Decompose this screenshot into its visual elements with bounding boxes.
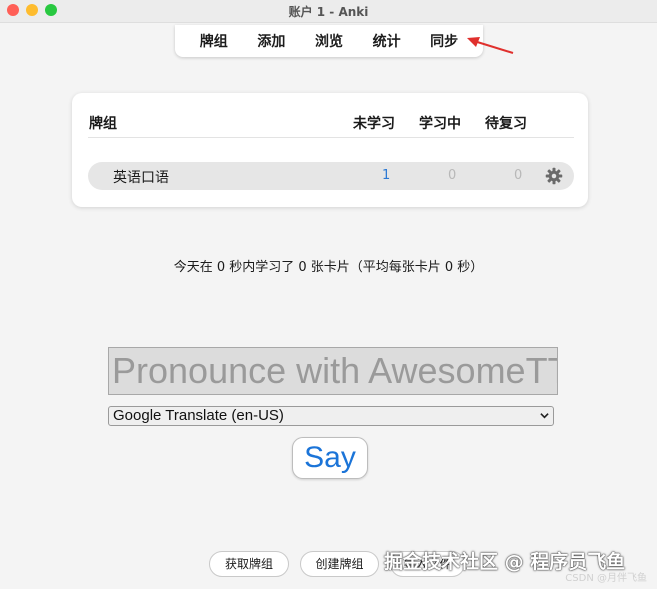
deck-review-count: 0 xyxy=(514,168,523,183)
nav-stats[interactable]: 统计 xyxy=(373,31,401,51)
say-button[interactable]: Say xyxy=(292,437,368,479)
get-shared-decks-button[interactable]: 获取牌组 xyxy=(209,551,289,577)
deck-row[interactable]: 英语口语 1 0 0 xyxy=(88,162,574,190)
deck-name[interactable]: 英语口语 xyxy=(113,167,169,187)
deck-new-count: 1 xyxy=(382,168,391,183)
deck-learn-count: 0 xyxy=(448,168,457,183)
top-nav: 牌组 添加 浏览 统计 同步 xyxy=(175,25,483,57)
nav-decks[interactable]: 牌组 xyxy=(200,31,228,51)
header-new: 未学习 xyxy=(353,116,395,132)
header-learn: 学习中 xyxy=(419,116,461,132)
tts-voice-selected: Google Translate (en-US) xyxy=(113,407,284,424)
create-deck-button[interactable]: 创建牌组 xyxy=(300,551,379,577)
nav-browse[interactable]: 浏览 xyxy=(315,31,343,51)
tts-voice-select[interactable]: Google Translate (en-US) xyxy=(108,406,554,426)
tts-text-input[interactable]: Pronounce with AwesomeTTS xyxy=(108,347,558,395)
arrow-icon xyxy=(467,37,514,54)
deck-list-card: 牌组 未学习 学习中 待复习 英语口语 1 0 0 xyxy=(72,93,588,207)
nav-add[interactable]: 添加 xyxy=(257,31,285,51)
window-title: 账户 1 - Anki xyxy=(288,5,369,19)
header-review: 待复习 xyxy=(485,116,527,132)
header-deck: 牌组 xyxy=(89,116,117,132)
gear-icon[interactable] xyxy=(545,167,563,185)
title-bar: 账户 1 - Anki xyxy=(0,0,657,23)
study-stats-text: 今天在 0 秒内学习了 0 张卡片（平均每张卡片 0 秒） xyxy=(173,260,484,275)
nav-sync[interactable]: 同步 xyxy=(430,31,458,51)
watermark-csdn: CSDN @月伴飞鱼 xyxy=(565,573,647,584)
header-divider xyxy=(88,137,574,138)
chevron-down-icon xyxy=(540,413,549,419)
